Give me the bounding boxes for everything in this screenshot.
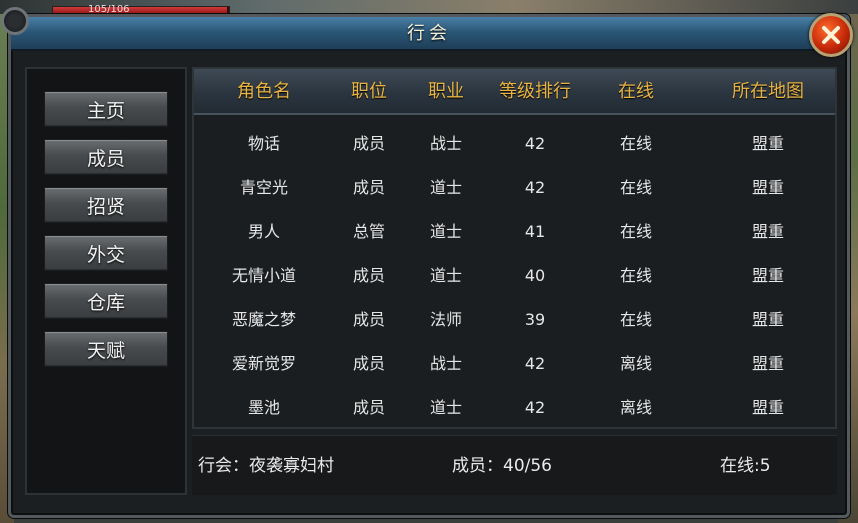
cell-online: 在线 <box>619 134 652 153</box>
table-row[interactable]: 青空光 成员 道士 42 在线 盟重 <box>194 166 835 210</box>
table-row[interactable]: 恶魔之梦 成员 法师 39 在线 盟重 <box>194 298 835 342</box>
cell-online: 在线 <box>619 266 652 285</box>
cell-role-name: 恶魔之梦 <box>231 310 296 329</box>
cell-map: 盟重 <box>751 310 784 329</box>
cell-position: 成员 <box>352 354 385 373</box>
cell-level: 39 <box>524 310 546 329</box>
cell-level: 42 <box>524 354 546 373</box>
cell-class: 战士 <box>429 134 462 153</box>
cell-level: 42 <box>524 134 546 153</box>
cell-position: 成员 <box>352 266 385 285</box>
table-row[interactable]: 无情小道 成员 道士 40 在线 盟重 <box>194 254 835 298</box>
title-bar: 行会 <box>11 17 847 51</box>
table-row[interactable]: 物话 成员 战士 42 在线 盟重 <box>194 122 835 166</box>
corner-ornament-icon <box>1 7 29 35</box>
cell-map: 盟重 <box>751 398 784 417</box>
sidebar-item-warehouse[interactable]: 仓库 <box>44 283 168 319</box>
window-title: 行会 <box>407 23 451 44</box>
member-count-label: 成员：40/56 <box>452 456 552 476</box>
cell-map: 盟重 <box>751 178 784 197</box>
cell-class: 道士 <box>429 266 462 285</box>
cell-map: 盟重 <box>751 354 784 373</box>
online-count-label: 在线:5 <box>720 456 771 476</box>
cell-position: 成员 <box>352 398 385 417</box>
cell-role-name: 青空光 <box>239 178 288 197</box>
table-row[interactable]: 墨池 成员 道士 42 离线 盟重 <box>194 386 835 430</box>
cell-online: 在线 <box>619 222 652 241</box>
cell-level: 42 <box>524 398 546 417</box>
cell-role-name: 男人 <box>247 222 280 241</box>
table-header: 角色名 职位 职业 等级排行 在线 所在地图 <box>194 69 835 115</box>
cell-class: 道士 <box>429 398 462 417</box>
cell-position: 总管 <box>352 222 385 241</box>
cell-map: 盟重 <box>751 134 784 153</box>
cell-online: 离线 <box>619 398 652 417</box>
cell-map: 盟重 <box>751 266 784 285</box>
cell-level: 42 <box>524 178 546 197</box>
cell-class: 战士 <box>429 354 462 373</box>
sidebar-item-talent[interactable]: 天赋 <box>44 331 168 367</box>
cell-position: 成员 <box>352 310 385 329</box>
cell-online: 在线 <box>619 178 652 197</box>
guild-name-label: 行会：夜袭寡妇村 <box>198 456 334 476</box>
cell-role-name: 墨池 <box>247 398 280 417</box>
header-role-name[interactable]: 角色名 <box>214 69 314 115</box>
sidebar-item-diplomacy[interactable]: 外交 <box>44 235 168 271</box>
cell-role-name: 物话 <box>247 134 280 153</box>
cell-position: 成员 <box>352 178 385 197</box>
header-level-rank[interactable]: 等级排行 <box>480 69 590 115</box>
header-map[interactable]: 所在地图 <box>718 69 818 115</box>
sidebar-item-members[interactable]: 成员 <box>44 139 168 175</box>
cell-map: 盟重 <box>751 222 784 241</box>
cell-level: 41 <box>524 222 546 241</box>
header-class[interactable]: 职业 <box>406 69 486 115</box>
members-panel: 角色名 职位 职业 等级排行 在线 所在地图 物话 成员 战士 42 在线 盟重… <box>192 67 837 429</box>
sidebar-item-recruit[interactable]: 招贤 <box>44 187 168 223</box>
cell-online: 离线 <box>619 354 652 373</box>
sidebar: 主页 成员 招贤 外交 仓库 天赋 <box>25 67 187 495</box>
close-icon <box>822 26 840 44</box>
cell-position: 成员 <box>352 134 385 153</box>
sidebar-item-home[interactable]: 主页 <box>44 91 168 127</box>
header-position[interactable]: 职位 <box>329 69 409 115</box>
guild-footer: 行会：夜袭寡妇村 成员：40/56 在线:5 <box>192 435 837 495</box>
table-row[interactable]: 男人 总管 道士 41 在线 盟重 <box>194 210 835 254</box>
cell-class: 道士 <box>429 222 462 241</box>
table-row[interactable]: 爱新觉罗 成员 战士 42 离线 盟重 <box>194 342 835 386</box>
guild-window: 行会 主页 成员 招贤 外交 仓库 天赋 角色名 职位 职业 等级排行 在线 所… <box>1 7 853 518</box>
cell-role-name: 爱新觉罗 <box>231 354 296 373</box>
cell-class: 法师 <box>429 310 462 329</box>
header-online[interactable]: 在线 <box>596 69 676 115</box>
cell-level: 40 <box>524 266 546 285</box>
cell-role-name: 无情小道 <box>231 266 296 285</box>
cell-online: 在线 <box>619 310 652 329</box>
close-button[interactable] <box>809 13 853 57</box>
cell-class: 道士 <box>429 178 462 197</box>
